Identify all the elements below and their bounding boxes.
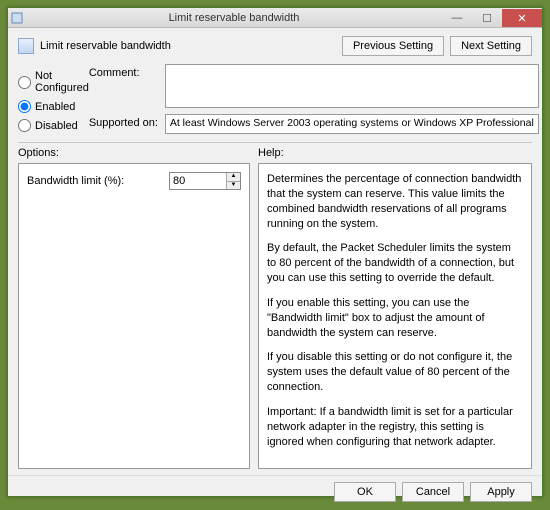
divider xyxy=(18,142,532,143)
options-section-label: Options: xyxy=(18,147,258,159)
radio-enabled-label: Enabled xyxy=(35,101,75,113)
radio-not-configured-label: Not Configured xyxy=(35,70,89,94)
minimize-button[interactable]: — xyxy=(442,9,472,27)
help-section-label: Help: xyxy=(258,147,284,159)
help-paragraph: If you enable this setting, you can use … xyxy=(267,296,523,341)
help-paragraph: Determines the percentage of connection … xyxy=(267,172,523,231)
state-radio-group: Not Configured Enabled Disabled xyxy=(18,64,89,134)
radio-not-configured-input[interactable] xyxy=(18,76,31,89)
radio-disabled-input[interactable] xyxy=(18,119,31,132)
next-setting-button[interactable]: Next Setting xyxy=(450,36,532,56)
spinner-down-button[interactable]: ▼ xyxy=(227,182,240,190)
titlebar: Limit reservable bandwidth — ☐ ✕ xyxy=(8,8,542,28)
options-panel: Bandwidth limit (%): ▲ ▼ xyxy=(18,163,250,469)
radio-disabled[interactable]: Disabled xyxy=(18,119,89,132)
window-icon xyxy=(8,12,26,24)
previous-setting-button[interactable]: Previous Setting xyxy=(342,36,444,56)
help-paragraph: By default, the Packet Scheduler limits … xyxy=(267,241,523,286)
bandwidth-limit-spinner[interactable]: ▲ ▼ xyxy=(169,172,241,190)
policy-icon xyxy=(18,38,34,54)
comment-textarea[interactable] xyxy=(165,64,539,108)
help-paragraph: Important: If a bandwidth limit is set f… xyxy=(267,405,523,450)
spinner-up-button[interactable]: ▲ xyxy=(227,173,240,182)
content-area: Limit reservable bandwidth Previous Sett… xyxy=(8,28,542,475)
radio-disabled-label: Disabled xyxy=(35,120,78,132)
bandwidth-limit-input[interactable] xyxy=(170,173,226,189)
help-panel: Determines the percentage of connection … xyxy=(258,163,532,469)
close-button[interactable]: ✕ xyxy=(502,9,542,27)
window-title: Limit reservable bandwidth xyxy=(26,12,442,24)
supported-on-value: At least Windows Server 2003 operating s… xyxy=(165,114,539,134)
help-paragraph: If you disable this setting or do not co… xyxy=(267,350,523,395)
radio-enabled-input[interactable] xyxy=(18,100,31,113)
policy-title-row: Limit reservable bandwidth xyxy=(18,36,342,54)
cancel-button[interactable]: Cancel xyxy=(402,482,464,502)
footer-buttons: OK Cancel Apply xyxy=(8,475,542,510)
radio-not-configured[interactable]: Not Configured xyxy=(18,70,89,94)
apply-button[interactable]: Apply xyxy=(470,482,532,502)
maximize-button[interactable]: ☐ xyxy=(472,9,502,27)
bandwidth-limit-row: Bandwidth limit (%): ▲ ▼ xyxy=(27,172,241,190)
ok-button[interactable]: OK xyxy=(334,482,396,502)
comment-label: Comment: xyxy=(89,64,159,79)
radio-enabled[interactable]: Enabled xyxy=(18,100,89,113)
bandwidth-limit-label: Bandwidth limit (%): xyxy=(27,175,165,187)
dialog-window: Limit reservable bandwidth — ☐ ✕ Limit r… xyxy=(7,7,543,497)
supported-on-label: Supported on: xyxy=(89,114,159,129)
policy-title-text: Limit reservable bandwidth xyxy=(40,40,171,52)
